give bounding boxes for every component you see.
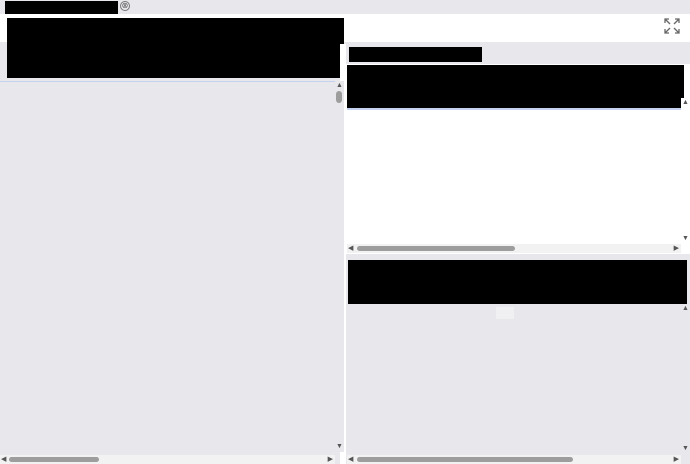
right-top-vertical-scrollbar[interactable]: ▲ ▼ [681, 98, 690, 244]
scroll-left-arrow[interactable]: ◀ [348, 245, 353, 253]
left-pane [0, 81, 335, 452]
left-horizontal-scrollbar[interactable]: ◀ ▶ [0, 455, 335, 464]
scroll-thumb[interactable] [336, 91, 342, 103]
right-bottom-vertical-scrollbar[interactable]: ▲ ▼ [681, 304, 690, 454]
scroll-left-arrow[interactable]: ◀ [1, 456, 6, 464]
placeholder-tile [496, 307, 514, 319]
document-tab[interactable] [5, 1, 118, 14]
scroll-thumb[interactable] [9, 457, 99, 462]
expand-icon[interactable] [664, 18, 680, 34]
scroll-down-arrow[interactable]: ▼ [682, 445, 689, 453]
right-bottom-horizontal-scrollbar[interactable]: ◀ ▶ [347, 455, 681, 464]
scroll-up-arrow[interactable]: ▲ [682, 99, 689, 107]
scroll-down-arrow[interactable]: ▼ [336, 443, 343, 451]
scroll-right-arrow[interactable]: ▶ [328, 456, 333, 464]
scroll-up-arrow[interactable]: ▲ [336, 82, 343, 90]
right-top-horizontal-scrollbar[interactable]: ◀ ▶ [347, 244, 681, 253]
right-top-header-redacted [347, 65, 684, 110]
right-top-tab[interactable] [349, 47, 482, 62]
scroll-thumb[interactable] [357, 246, 515, 251]
scroll-thumb[interactable] [357, 457, 573, 462]
left-vertical-scrollbar[interactable]: ▲ ▼ [335, 81, 344, 452]
scroll-down-arrow[interactable]: ▼ [682, 235, 689, 243]
scroll-left-arrow[interactable]: ◀ [348, 456, 353, 464]
tab-close-icon[interactable]: ⊗ [120, 1, 130, 11]
scroll-right-arrow[interactable]: ▶ [674, 245, 679, 253]
right-bottom-header-redacted [348, 260, 687, 304]
scroll-up-arrow[interactable]: ▲ [682, 305, 689, 313]
left-panel-header-redacted [7, 18, 344, 78]
scroll-right-arrow[interactable]: ▶ [674, 456, 679, 464]
